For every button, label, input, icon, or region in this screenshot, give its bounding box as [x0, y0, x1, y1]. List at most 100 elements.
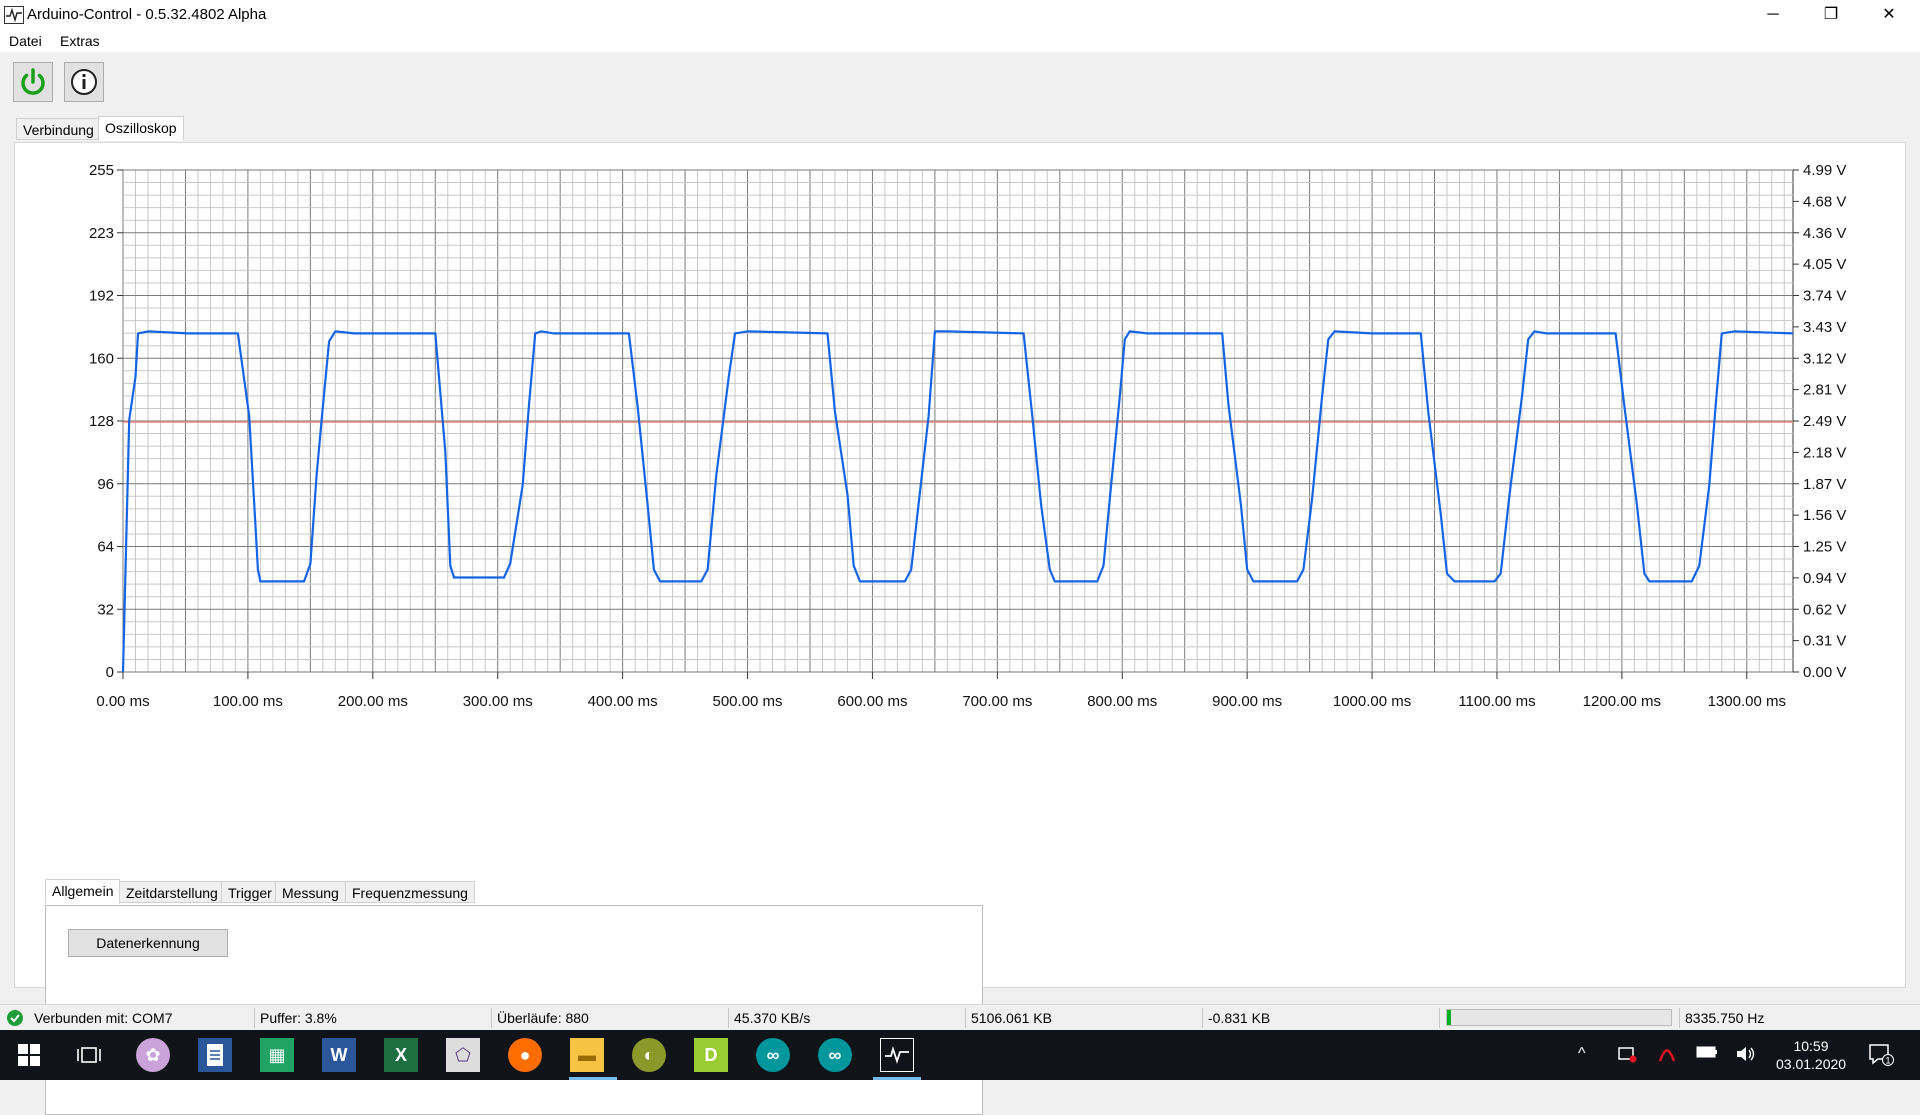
app-oscilloscope-icon	[4, 6, 24, 24]
y-tick-label-right: 2.18 V	[1803, 444, 1846, 461]
y-tick-label-right: 3.43 V	[1803, 319, 1846, 336]
window-title: Arduino-Control - 0.5.32.4802 Alpha	[27, 6, 267, 23]
notification-count: 1	[1885, 1056, 1890, 1066]
power-icon	[21, 68, 45, 95]
x-tick-label: 800.00 ms	[1087, 693, 1157, 710]
spreadsheet-app-icon[interactable]: ▦	[260, 1038, 294, 1072]
arduino-ide-icon[interactable]: ∞	[818, 1038, 852, 1072]
x-tick-label: 1200.00 ms	[1583, 693, 1661, 710]
word-app-icon[interactable]: W	[322, 1038, 356, 1072]
taskbar-clock[interactable]: 10:59 03.01.2020	[1776, 1037, 1846, 1073]
power-button[interactable]	[13, 62, 53, 102]
tab-trigger[interactable]: Trigger	[221, 881, 279, 903]
y-tick-label-left: 32	[97, 601, 114, 618]
document-app-icon[interactable]	[198, 1038, 232, 1072]
y-tick-label-right: 4.68 V	[1803, 193, 1846, 210]
x-tick-label: 1300.00 ms	[1708, 693, 1786, 710]
tab-messung[interactable]: Messung	[275, 881, 346, 903]
x-tick-label: 500.00 ms	[713, 693, 783, 710]
tab-oszilloskop[interactable]: Oszilloskop	[98, 116, 184, 141]
windows-start-icon[interactable]	[12, 1038, 46, 1072]
status-rate: 45.370 KB/s	[734, 1010, 811, 1026]
y-tick-label-right: 0.62 V	[1803, 601, 1846, 618]
status-separator	[254, 1008, 255, 1028]
toolbar	[0, 52, 1920, 114]
status-puffer: Puffer: 3.8%	[260, 1010, 337, 1026]
status-total: 5106.061 KB	[971, 1010, 1052, 1026]
status-separator	[1202, 1008, 1203, 1028]
notification-center-icon[interactable]: 1	[1868, 1043, 1894, 1072]
photo-app-icon[interactable]: ✿	[136, 1038, 170, 1072]
title-bar: Arduino-Control - 0.5.32.4802 Alpha ─ ❐ …	[0, 0, 1920, 30]
firefox-icon[interactable]: ●	[508, 1038, 542, 1072]
y-tick-label-right: 4.05 V	[1803, 256, 1846, 273]
y-tick-label-left: 128	[89, 413, 114, 430]
tab-allgemein[interactable]: Allgemein	[45, 879, 121, 904]
x-tick-label: 1000.00 ms	[1333, 693, 1411, 710]
status-connection: Verbunden mit: COM7	[34, 1010, 173, 1026]
clock-date: 03.01.2020	[1776, 1056, 1847, 1072]
x-tick-label: 200.00 ms	[338, 693, 408, 710]
file-explorer-icon[interactable]: ▬	[570, 1038, 604, 1072]
y-tick-label-right: 3.12 V	[1803, 350, 1846, 367]
status-separator	[491, 1008, 492, 1028]
close-button[interactable]: ✕	[1860, 0, 1918, 30]
arduino-control-taskbar-icon[interactable]	[880, 1038, 914, 1072]
y-tick-label-left: 160	[89, 350, 114, 367]
x-tick-label: 100.00 ms	[213, 693, 283, 710]
y-tick-label-left: 64	[97, 539, 114, 556]
y-tick-label-right: 1.25 V	[1803, 539, 1846, 556]
y-tick-label-right: 2.81 V	[1803, 382, 1846, 399]
status-separator	[1679, 1008, 1680, 1028]
y-tick-label-left: 192	[89, 288, 114, 305]
x-tick-label: 300.00 ms	[463, 693, 533, 710]
status-separator	[1439, 1008, 1440, 1028]
y-tick-label-right: 0.31 V	[1803, 633, 1846, 650]
datenerkennung-button[interactable]: Datenerkennung	[68, 929, 228, 957]
tab-verbindung[interactable]: Verbindung	[16, 118, 101, 140]
tab-frequenzmessung[interactable]: Frequenzmessung	[345, 881, 475, 903]
y-tick-label-right: 4.36 V	[1803, 225, 1846, 242]
status-ueberlaeufe: Überläufe: 880	[497, 1010, 589, 1026]
y-tick-label-right: 0.94 V	[1803, 570, 1846, 587]
y-tick-label-left: 96	[97, 476, 114, 493]
x-tick-label: 0.00 ms	[96, 693, 149, 710]
status-frequency: 8335.750 Hz	[1685, 1010, 1765, 1026]
network-tray-icon[interactable]	[1617, 1045, 1637, 1068]
y-tick-label-right: 0.00 V	[1803, 664, 1846, 681]
y-tick-label-right: 1.87 V	[1803, 476, 1846, 493]
clock-time: 10:59	[1793, 1038, 1829, 1054]
buffer-progress-bar	[1446, 1009, 1672, 1026]
info-icon	[71, 69, 97, 95]
excel-app-icon[interactable]: X	[384, 1038, 418, 1072]
y-tick-label-left: 0	[106, 664, 114, 681]
menu-bar: Datei Extras	[0, 30, 1920, 52]
y-tick-label-right: 4.99 V	[1803, 162, 1846, 179]
d-app-icon[interactable]: D	[694, 1038, 728, 1072]
y-tick-label-left: 255	[89, 162, 114, 179]
menu-extras[interactable]: Extras	[60, 33, 100, 49]
pentagon-app-icon[interactable]: ⬠	[446, 1038, 480, 1072]
arduino-ide-icon[interactable]: ∞	[756, 1038, 790, 1072]
minimize-button[interactable]: ─	[1744, 0, 1802, 30]
oscilloscope-panel: 255 223 192 160 128 96 64 32 0 4.99 V 4.68 V 4.36 V…	[14, 142, 1906, 1115]
status-separator	[965, 1008, 966, 1028]
oscilloscope-chart: 255 223 192 160 128 96 64 32 0 4.99 V 4.68 V 4.36 V…	[89, 162, 1846, 710]
x-tick-label: 400.00 ms	[588, 693, 658, 710]
speaker-icon[interactable]	[1735, 1045, 1757, 1068]
acrobat-tray-icon[interactable]	[1657, 1045, 1677, 1068]
tab-zeitdarstellung[interactable]: Zeitdarstellung	[119, 881, 225, 903]
globe-app-icon[interactable]: ◐	[632, 1038, 666, 1072]
battery-icon[interactable]	[1696, 1045, 1718, 1064]
task-view-icon[interactable]	[72, 1038, 106, 1072]
y-tick-label-right: 1.56 V	[1803, 507, 1846, 524]
maximize-button[interactable]: ❐	[1802, 0, 1860, 30]
y-tick-label-right: 3.74 V	[1803, 288, 1846, 305]
chevron-up-icon[interactable]: ^	[1578, 1045, 1586, 1063]
status-separator	[728, 1008, 729, 1028]
info-button[interactable]	[64, 62, 104, 102]
x-tick-label: 600.00 ms	[837, 693, 907, 710]
x-tick-label: 1100.00 ms	[1458, 693, 1535, 710]
status-bar: Verbunden mit: COM7 Puffer: 3.8% Überläu…	[0, 1004, 1920, 1031]
menu-datei[interactable]: Datei	[9, 33, 42, 49]
